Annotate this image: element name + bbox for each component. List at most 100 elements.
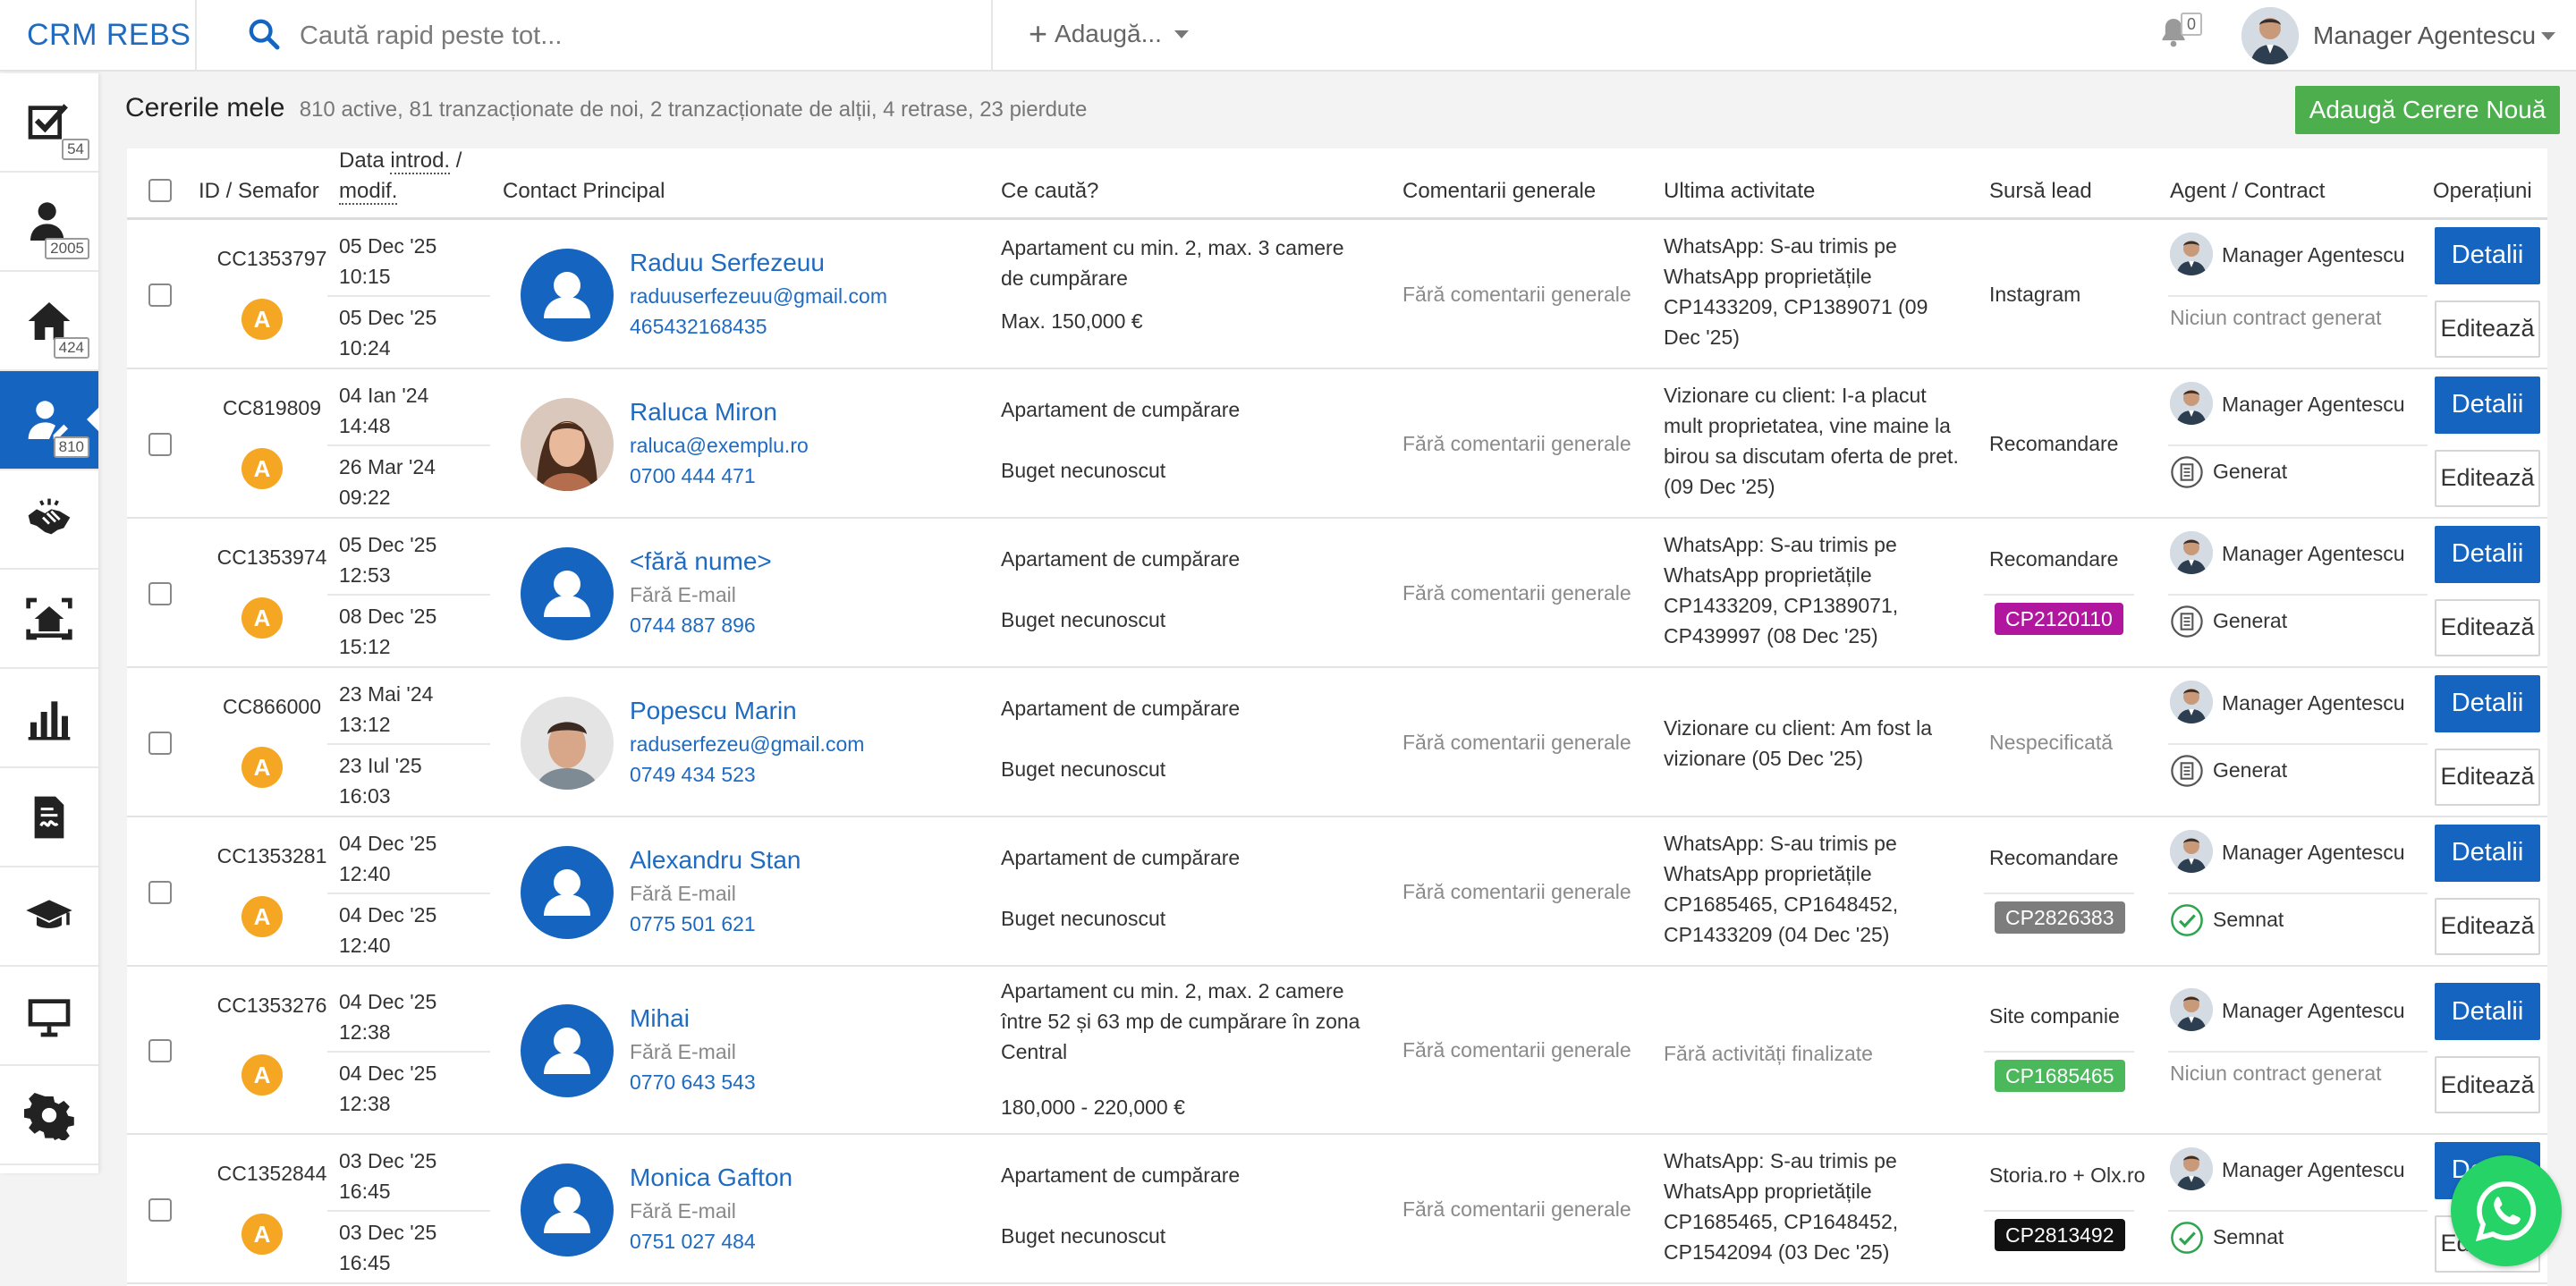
contract-status[interactable]: Semnat [2170,903,2284,937]
row-checkbox[interactable] [148,1197,172,1222]
contact-phone[interactable]: 0775 501 621 [630,912,756,936]
sidebar-item-reports[interactable] [0,669,98,768]
row-checkbox[interactable] [148,581,172,605]
search-icon[interactable] [246,16,282,52]
contract-status[interactable]: Generat [2170,455,2287,489]
request-id[interactable]: CC866000 [209,695,335,719]
sidebar-item-tasks[interactable]: 54 [0,73,98,173]
contact-phone[interactable]: 0749 434 523 [630,763,756,787]
last-activity: WhatsApp: S-au trimis pe WhatsApp propri… [1664,533,1899,647]
user-avatar[interactable] [2241,7,2299,64]
contact-phone[interactable]: 0751 027 484 [630,1230,756,1254]
contact-avatar[interactable] [521,696,614,790]
request-id[interactable]: CC819809 [209,396,335,420]
contact-avatar[interactable] [521,1163,614,1256]
contact-name-link[interactable]: Monica Gafton [630,1163,792,1192]
add-menu-button[interactable]: + Adaugă... [1029,18,1189,50]
details-button[interactable]: Detalii [2435,983,2540,1040]
cell-divider [2168,742,2428,745]
request-id[interactable]: CC1353281 [209,844,335,868]
select-all-checkbox[interactable] [148,179,172,202]
edit-button[interactable]: Editează [2435,598,2540,656]
agent-name[interactable]: Manager Agentescu [2222,841,2405,865]
edit-button[interactable]: Editează [2435,449,2540,507]
request-id[interactable]: CC1353276 [209,994,335,1018]
details-button[interactable]: Detalii [2435,824,2540,882]
property-tag[interactable]: CP2813492 [1995,1218,2125,1251]
contact-phone[interactable]: 0770 643 543 [630,1070,756,1095]
contact-email[interactable]: raduuserfezeuu@gmail.com [630,284,887,309]
row-checkbox[interactable] [148,880,172,904]
sidebar-item-settings[interactable] [0,1066,98,1165]
contact-phone[interactable]: 465432168435 [630,315,767,339]
table-row: CC1353974 A 05 Dec '25 12:53 08 Dec '25 15… [127,519,2547,668]
details-button[interactable]: Detalii [2435,226,2540,284]
contact-email[interactable]: raluca@exemplu.ro [630,434,809,458]
contact-email[interactable]: raduserfezeu@gmail.com [630,732,864,757]
agent-name[interactable]: Manager Agentescu [2222,691,2405,715]
sidebar-item-contacts[interactable]: 2005 [0,173,98,272]
contract-status[interactable]: Niciun contract generat [2170,306,2382,330]
col-header-source[interactable]: Sursă lead [1989,176,2092,207]
agent-name[interactable]: Manager Agentescu [2222,1158,2405,1182]
contact-name-link[interactable]: <fără nume> [630,547,772,576]
contact-name-link[interactable]: Popescu Marin [630,697,797,725]
sidebar-item-contracts[interactable] [0,768,98,867]
sidebar-item-showings[interactable] [0,570,98,669]
user-menu[interactable]: Manager Agentescu [2313,21,2556,50]
sidebar-item-presentation[interactable] [0,967,98,1066]
contract-status[interactable]: Niciun contract generat [2170,1062,2382,1086]
agent-name[interactable]: Manager Agentescu [2222,542,2405,566]
details-button[interactable]: Detalii [2435,674,2540,732]
sidebar-item-requests[interactable]: 810 [0,371,99,470]
request-id[interactable]: CC1353797 [209,247,335,271]
brand-logo[interactable]: CRM REBS [27,18,191,53]
edit-button[interactable]: Editează [2435,748,2540,806]
col-header-agent[interactable]: Agent / Contract [2170,176,2325,207]
contact-avatar[interactable] [521,546,614,640]
contact-phone[interactable]: 0744 887 896 [630,613,756,638]
search-input[interactable] [300,14,962,57]
col-header-seek[interactable]: Ce caută? [1001,176,1098,207]
add-new-request-button[interactable]: Adaugă Cerere Nouă [2295,86,2560,134]
contact-avatar[interactable] [521,1004,614,1097]
col-header-comments[interactable]: Comentarii generale [1402,176,1596,207]
contact-name-link[interactable]: Raluca Miron [630,398,777,427]
contact-name-link[interactable]: Alexandru Stan [630,846,801,875]
agent-name[interactable]: Manager Agentescu [2222,393,2405,417]
contact-avatar[interactable] [521,845,614,939]
sidebar-item-properties[interactable]: 424 [0,272,98,371]
contact-name-link[interactable]: Mihai [630,1004,690,1033]
contact-name-link[interactable]: Raduu Serfezeuu [630,249,825,277]
col-header-contact[interactable]: Contact Principal [503,176,665,207]
property-tag[interactable]: CP2826383 [1995,901,2125,934]
edit-button[interactable]: Editează [2435,1056,2540,1113]
row-checkbox[interactable] [148,1039,172,1062]
row-checkbox[interactable] [148,731,172,755]
property-tag[interactable]: CP1685465 [1995,1060,2125,1092]
row-checkbox[interactable] [148,432,172,456]
contract-status[interactable]: Generat [2170,754,2287,788]
details-button[interactable]: Detalii [2435,525,2540,583]
sidebar-item-academy[interactable] [0,867,98,967]
col-header-id[interactable]: ID / Semafor [199,176,319,207]
request-id[interactable]: CC1353974 [209,546,335,570]
col-header-date[interactable]: Data introd. / modif. [339,146,482,207]
agent-name[interactable]: Manager Agentescu [2222,999,2405,1023]
table-row: CC1353797 A 05 Dec '25 10:15 05 Dec '25 10… [127,220,2547,369]
sidebar-item-transactions[interactable] [0,470,98,570]
contract-status[interactable]: Semnat [2170,1221,2284,1255]
contact-avatar[interactable] [521,248,614,342]
request-id[interactable]: CC1352844 [209,1162,335,1186]
edit-button[interactable]: Editează [2435,897,2540,955]
contact-avatar[interactable] [521,397,614,491]
agent-name[interactable]: Manager Agentescu [2222,243,2405,267]
contract-status[interactable]: Generat [2170,605,2287,639]
row-checkbox[interactable] [148,283,172,307]
property-tag[interactable]: CP2120110 [1995,602,2123,635]
edit-button[interactable]: Editează [2435,300,2540,358]
whatsapp-chat-button[interactable] [2451,1155,2562,1266]
contact-phone[interactable]: 0700 444 471 [630,464,756,488]
col-header-activity[interactable]: Ultima activitate [1664,176,1815,207]
details-button[interactable]: Detalii [2435,376,2540,434]
